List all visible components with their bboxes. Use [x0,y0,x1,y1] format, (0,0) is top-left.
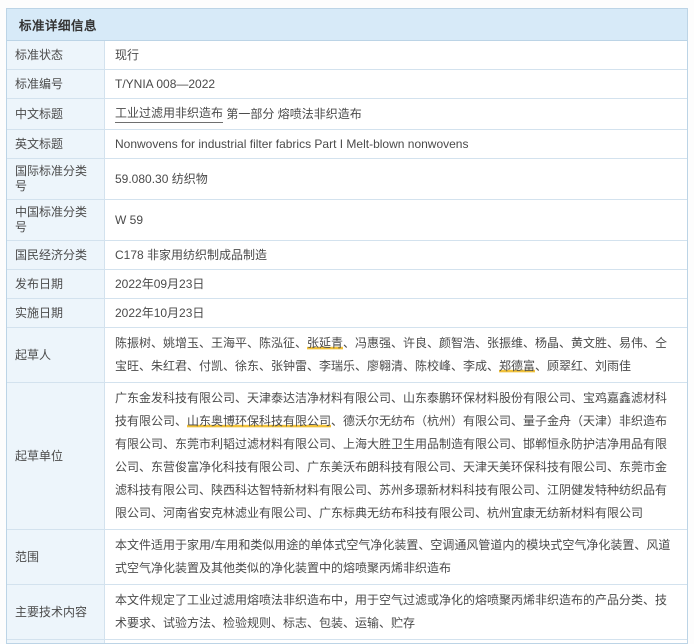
row-value-drafting-units: 广东金发科技有限公司、天津泰达洁净材料有限公司、山东泰鹏环保材料股份有限公司、宝… [105,383,687,529]
text-segment: 第一部分 熔喷法非织造布 [223,106,362,122]
text-segment: Nonwovens for industrial filter fabrics … [115,136,468,152]
text-segment: 、德沃尔无纺布（杭州）有限公司、量子金舟（天津）非织造布有限公司、东莞市利韬过滤… [115,414,667,520]
row-label-standard-number: 标准编号 [7,70,105,98]
row-value-standard-status: 现行 [105,41,687,69]
row-value-standard-number: T/YNIA 008—2022 [105,70,687,98]
row-label-standard-status: 标准状态 [7,41,105,69]
row-value-implement-date: 2022年10月23日 [105,299,687,327]
highlighted-text: 工业过滤用非织造布 [115,105,223,123]
row-label-implement-date: 实施日期 [7,299,105,327]
row-label-economy-class: 国民经济分类 [7,241,105,269]
row-drafting-units: 起草单位 广东金发科技有限公司、天津泰达洁净材料有限公司、山东泰鹏环保材料股份有… [7,383,687,530]
row-value-main-content: 本文件规定了工业过滤用熔喷法非织造布中，用于空气过滤或净化的熔喷聚丙烯非织造布的… [105,585,687,639]
row-standard-number: 标准编号 T/YNIA 008—2022 [7,70,687,99]
row-economy-class: 国民经济分类 C178 非家用纺织制成品制造 [7,241,687,270]
highlighted-text: 张延青 [307,336,343,350]
highlighted-text: 山东奥博环保科技有限公司 [187,414,331,428]
partial-next-row [7,640,687,643]
row-label-english-title: 英文标题 [7,130,105,158]
row-label-ccs-number: 中国标准分类号 [7,200,105,240]
row-value-english-title: Nonwovens for industrial filter fabrics … [105,130,687,158]
row-drafters: 起草人 陈振树、姚增玉、王海平、陈泓征、张延青、冯惠强、许良、颜智浩、张振维、杨… [7,328,687,383]
text-segment: 2022年10月23日 [115,305,204,321]
text-segment: 本文件规定了工业过滤用熔喷法非织造布中，用于空气过滤或净化的熔喷聚丙烯非织造布的… [115,593,667,630]
row-value-publish-date: 2022年09月23日 [105,270,687,298]
text-segment: 2022年09月23日 [115,276,204,292]
row-label-ics-number: 国际标准分类号 [7,159,105,199]
row-label-main-content: 主要技术内容 [7,585,105,639]
row-value-ccs-number: W 59 [105,200,687,240]
text-segment: C178 非家用纺织制成品制造 [115,247,267,263]
row-value-drafters: 陈振树、姚增玉、王海平、陈泓征、张延青、冯惠强、许良、颜智浩、张振维、杨晶、黄文… [105,328,687,382]
text-segment: T/YNIA 008—2022 [115,76,215,92]
row-publish-date: 发布日期 2022年09月23日 [7,270,687,299]
row-label-drafting-units: 起草单位 [7,383,105,529]
partial-next-row-value [105,640,687,643]
row-main-content: 主要技术内容 本文件规定了工业过滤用熔喷法非织造布中，用于空气过滤或净化的熔喷聚… [7,585,687,640]
text-segment: 、顾翠红、刘雨佳 [535,359,631,373]
row-scope: 范围 本文件适用于家用/车用和类似用途的单体式空气净化装置、空调通风管道内的模块… [7,530,687,585]
row-value-economy-class: C178 非家用纺织制成品制造 [105,241,687,269]
row-implement-date: 实施日期 2022年10月23日 [7,299,687,328]
row-label-chinese-title: 中文标题 [7,99,105,129]
row-ics-number: 国际标准分类号 59.080.30 纺织物 [7,159,687,200]
text-segment: W 59 [115,212,143,228]
standard-detail-table: 标准详细信息 标准状态 现行 标准编号 T/YNIA 008—2022 中文标题… [6,8,688,644]
text-segment: 陈振树、姚增玉、王海平、陈泓征、 [115,336,307,350]
row-ccs-number: 中国标准分类号 W 59 [7,200,687,241]
row-label-publish-date: 发布日期 [7,270,105,298]
table-title: 标准详细信息 [7,9,687,41]
row-value-ics-number: 59.080.30 纺织物 [105,159,687,199]
text-segment: 59.080.30 纺织物 [115,171,208,187]
row-chinese-title: 中文标题 工业过滤用非织造布 第一部分 熔喷法非织造布 [7,99,687,130]
text-segment: 本文件适用于家用/车用和类似用途的单体式空气净化装置、空调通风管道内的模块式空气… [115,538,670,575]
row-label-drafters: 起草人 [7,328,105,382]
partial-next-row-label [7,640,105,643]
row-english-title: 英文标题 Nonwovens for industrial filter fab… [7,130,687,159]
row-value-chinese-title: 工业过滤用非织造布 第一部分 熔喷法非织造布 [105,99,687,129]
text-segment: 现行 [115,47,139,63]
row-standard-status: 标准状态 现行 [7,41,687,70]
highlighted-text: 郑德富 [499,359,535,373]
